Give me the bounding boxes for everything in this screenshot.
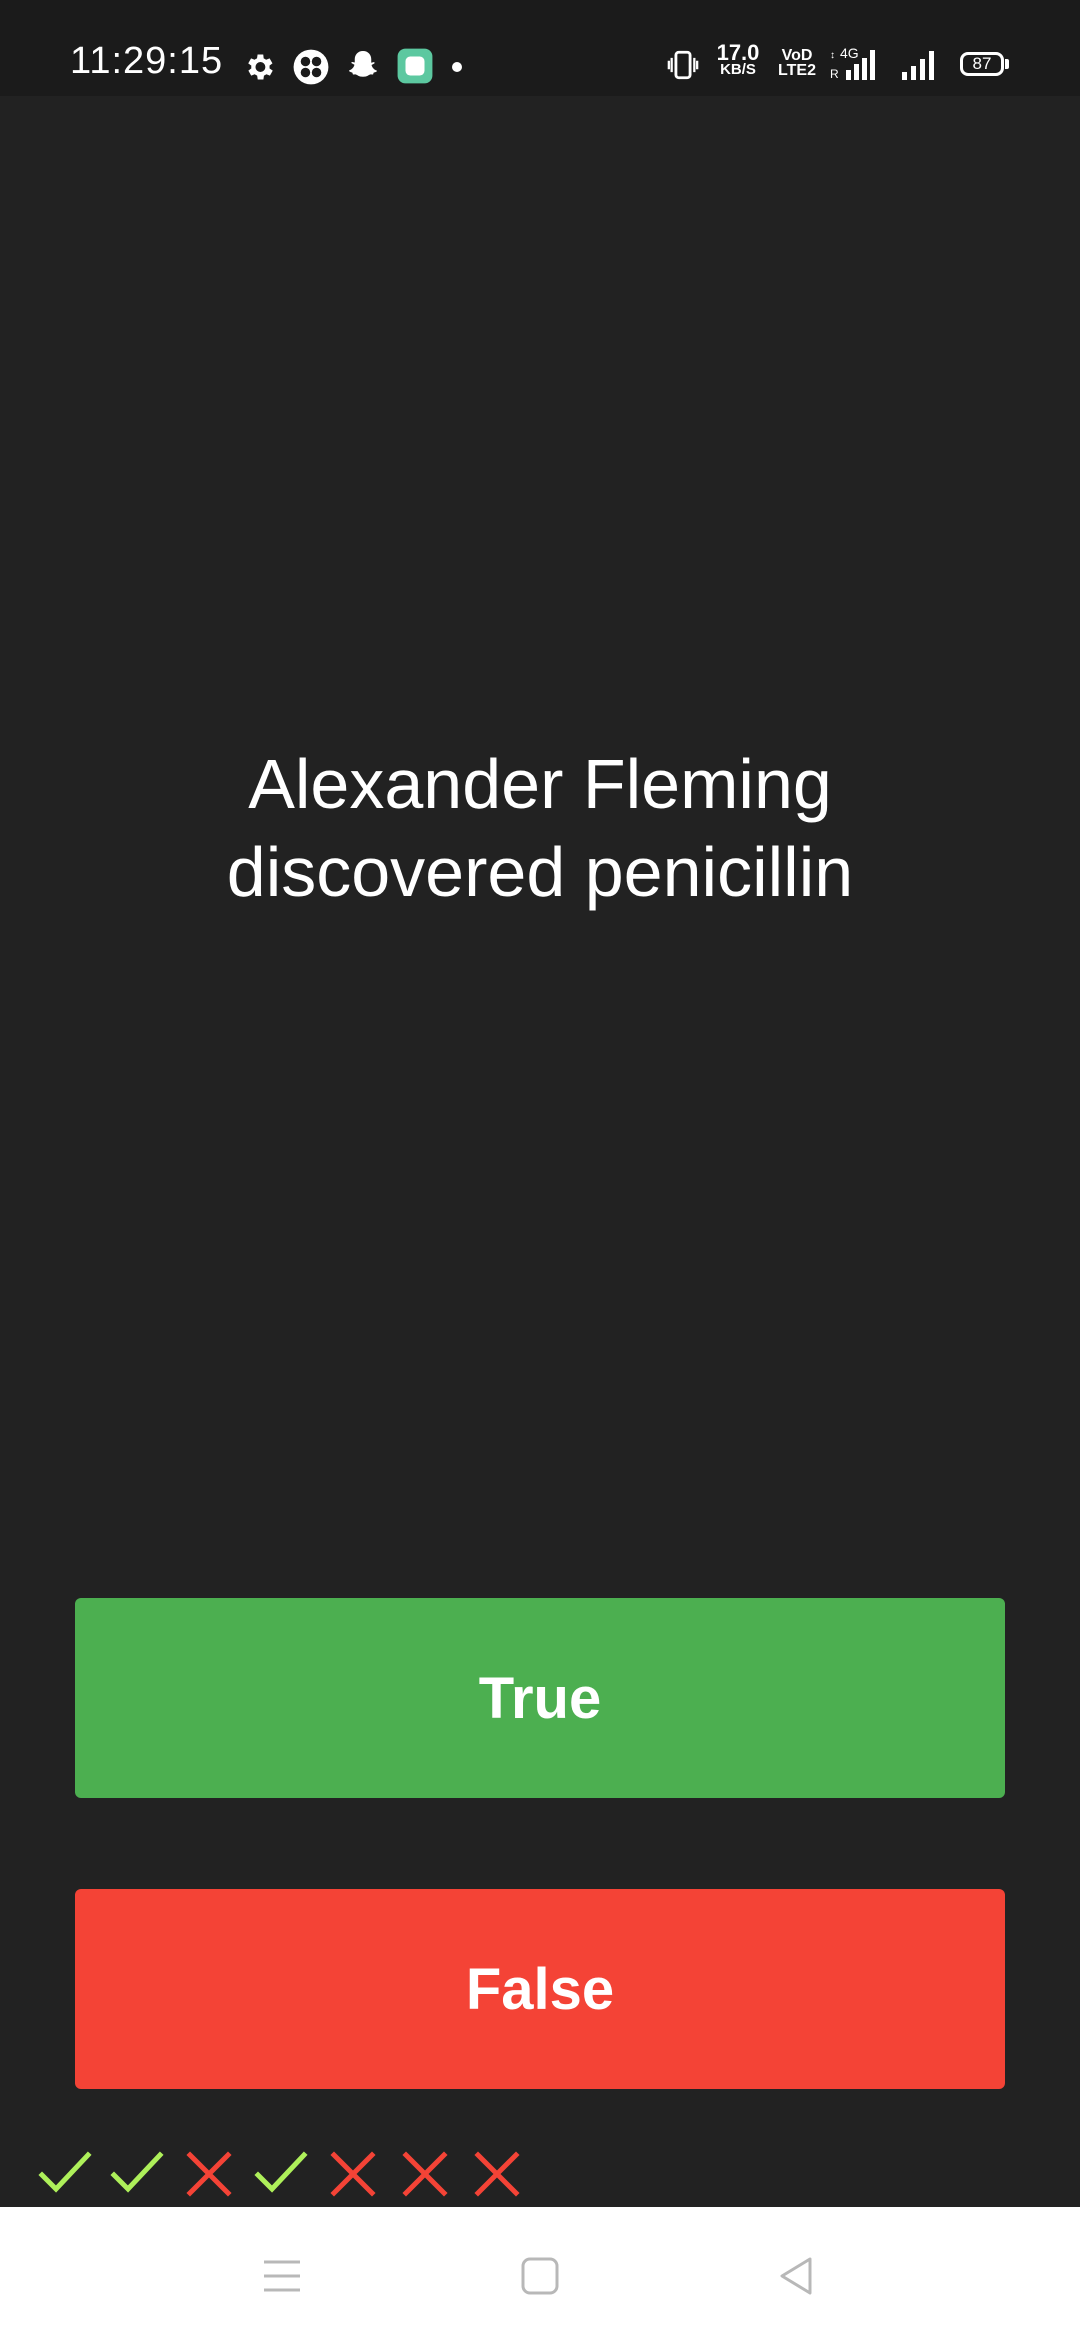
status-bar: 11:29:15 17.0 KB/S VoD LTE2 4G ↕ R 87	[0, 0, 1080, 96]
notification-dot-icon	[451, 60, 463, 78]
cross-icon	[326, 2148, 398, 2200]
back-icon[interactable]	[766, 2251, 826, 2301]
status-time: 11:29:15	[70, 40, 224, 82]
true-button[interactable]: True	[75, 1598, 1005, 1798]
vibrate-icon	[666, 48, 700, 87]
check-icon	[110, 2148, 182, 2200]
home-icon[interactable]	[510, 2251, 570, 2301]
check-icon	[38, 2148, 110, 2200]
question-text: Alexander Fleming discovered penicillin	[226, 745, 854, 911]
signal-4g-icon: 4G ↕ R	[828, 44, 888, 89]
app-badge-icon	[396, 47, 434, 90]
score-tracker	[38, 2148, 542, 2200]
snapchat-icon	[345, 48, 381, 89]
svg-text:↕: ↕	[830, 50, 835, 61]
menu-icon[interactable]	[252, 2251, 312, 2301]
network-speed: 17.0 KB/S	[712, 42, 764, 78]
volte-bottom: LTE2	[778, 62, 816, 79]
navigation-bar	[0, 2207, 1080, 2340]
network-type-label: 4G	[840, 45, 859, 61]
battery-tip	[1005, 59, 1009, 69]
volte-top: VoD	[781, 47, 813, 64]
signal-icon	[900, 48, 944, 87]
app-icon	[292, 48, 330, 91]
settings-icon	[242, 50, 276, 89]
check-icon	[254, 2148, 326, 2200]
cross-icon	[182, 2148, 254, 2200]
cross-icon	[398, 2148, 470, 2200]
svg-text:R: R	[830, 67, 839, 81]
cross-icon	[470, 2148, 542, 2200]
volte-indicator: VoD LTE2	[778, 47, 816, 79]
false-button[interactable]: False	[75, 1889, 1005, 2089]
battery-indicator: 87	[960, 52, 1004, 76]
